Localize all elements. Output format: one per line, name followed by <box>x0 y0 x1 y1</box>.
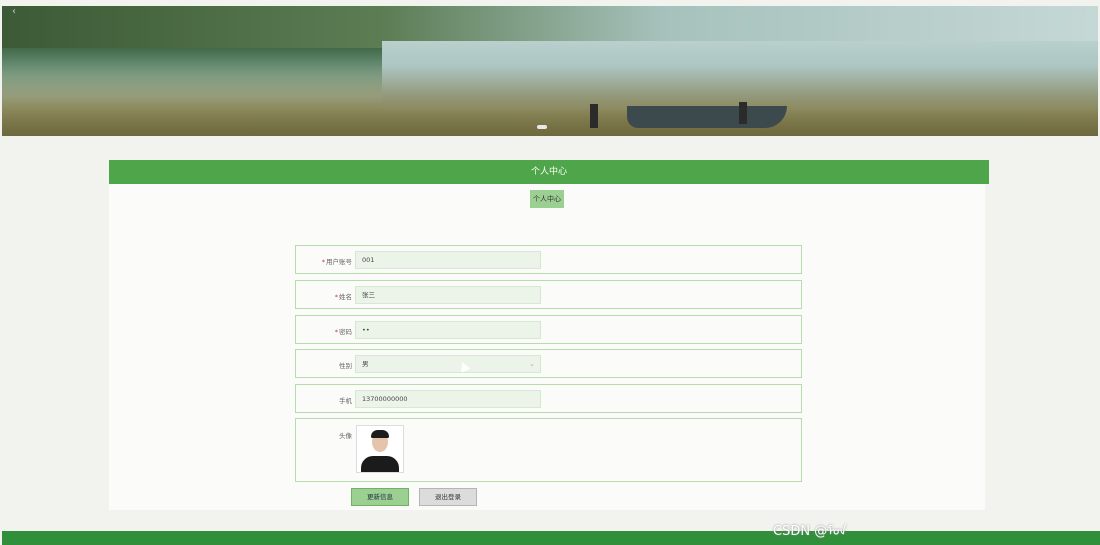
password-label: *密码 <box>334 328 352 336</box>
gender-label: 性别 <box>339 362 352 370</box>
tab-profile[interactable]: 个人中心 <box>530 190 564 208</box>
name-label: *姓名 <box>334 293 352 301</box>
avatar-label: 头像 <box>339 432 352 440</box>
boat-person-left <box>590 104 598 128</box>
carousel-indicator[interactable] <box>537 125 547 129</box>
carousel-prev-icon[interactable]: ‹ <box>12 6 16 17</box>
page-title: 个人中心 <box>109 160 989 184</box>
name-input[interactable]: 张三 <box>355 286 541 304</box>
update-info-button[interactable]: 更新信息 <box>351 488 409 506</box>
phone-input[interactable]: 13700000000 <box>355 390 541 408</box>
banner-reeds <box>2 66 1098 136</box>
account-input[interactable]: 001 <box>355 251 541 269</box>
form-row-account: *用户账号 001 <box>295 245 802 274</box>
form-row-password: *密码 •• <box>295 315 802 344</box>
boat-person-right <box>739 102 747 124</box>
avatar-shirt <box>361 456 399 472</box>
banner-carousel: ‹ › <box>2 6 1098 136</box>
boat <box>627 106 787 128</box>
footer-bar <box>2 531 1100 545</box>
watermark: CSDN @ᠮᡨ <box>773 524 847 539</box>
form-row-avatar: 头像 <box>295 418 802 482</box>
phone-label: 手机 <box>339 397 352 405</box>
carousel-next-icon[interactable]: › <box>1082 6 1086 17</box>
account-label: *用户账号 <box>321 258 352 266</box>
chevron-down-icon: ⌄ <box>529 360 535 368</box>
avatar-image[interactable] <box>356 425 404 473</box>
form-row-phone: 手机 13700000000 <box>295 384 802 413</box>
gender-select[interactable]: 男 ⌄ <box>355 355 541 373</box>
form-row-gender: 性别 男 ⌄ <box>295 349 802 378</box>
avatar-hair <box>371 430 389 438</box>
form-row-name: *姓名 张三 <box>295 280 802 309</box>
gender-value: 男 <box>362 360 369 368</box>
logout-button[interactable]: 退出登录 <box>419 488 477 506</box>
password-input[interactable]: •• <box>355 321 541 339</box>
